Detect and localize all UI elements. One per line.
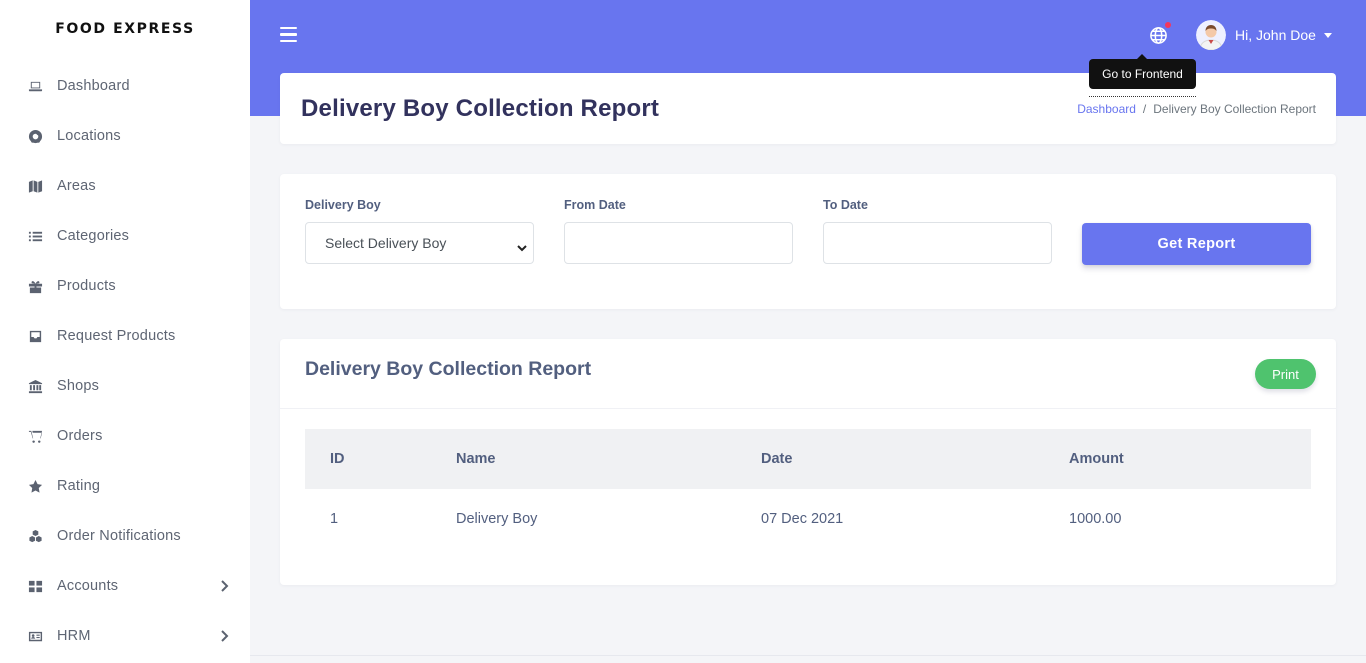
cell-amount: 1000.00 — [1069, 511, 1122, 527]
sidebar-item-label: HRM — [57, 628, 91, 644]
sidebar-item-label: Orders — [57, 428, 103, 444]
sidebar-item-label: Dashboard — [57, 78, 130, 94]
sidebar-item-label: Areas — [57, 178, 96, 194]
chevron-right-icon — [218, 629, 232, 643]
delivery-boy-select[interactable]: Select Delivery Boy — [305, 222, 534, 264]
column-header-amount: Amount — [1069, 451, 1124, 467]
grid-icon — [27, 578, 44, 595]
table-header: ID Name Date Amount — [305, 429, 1311, 489]
footer-divider — [250, 655, 1366, 656]
sidebar-item-request-products[interactable]: Request Products — [0, 311, 250, 361]
caret-down-icon — [1323, 33, 1332, 38]
column-header-date: Date — [761, 451, 793, 467]
delivery-boy-label: Delivery Boy — [305, 198, 381, 212]
user-menu[interactable]: Hi, John Doe — [1196, 20, 1332, 50]
sidebar-item-rating[interactable]: Rating — [0, 461, 250, 511]
delivery-boy-selected-value: Select Delivery Boy — [325, 235, 447, 251]
cubes-icon — [27, 528, 44, 545]
sidebar-item-dashboard[interactable]: Dashboard — [0, 61, 250, 111]
cart-icon — [27, 428, 44, 445]
globe-icon[interactable] — [1149, 22, 1171, 45]
tooltip-underline — [1089, 96, 1196, 97]
breadcrumb-separator: / — [1142, 102, 1147, 116]
sidebar-item-orders[interactable]: Orders — [0, 411, 250, 461]
table-row: 1 Delivery Boy 07 Dec 2021 1000.00 — [305, 489, 1311, 549]
avatar — [1196, 20, 1226, 50]
sidebar-item-accounts[interactable]: Accounts — [0, 561, 250, 611]
tooltip: Go to Frontend — [1089, 54, 1196, 89]
sidebar-item-locations[interactable]: Locations — [0, 111, 250, 161]
sidebar: FOOD EXPRESS Dashboard Locations Areas C… — [0, 0, 250, 663]
from-date-field: From Date — [564, 198, 793, 264]
hamburger-menu-icon[interactable] — [280, 27, 297, 43]
chevron-down-icon — [517, 239, 527, 252]
sidebar-nav: Dashboard Locations Areas Categories Pro… — [0, 61, 250, 661]
star-icon — [27, 478, 44, 495]
to-date-input[interactable] — [823, 222, 1052, 264]
column-header-name: Name — [456, 451, 496, 467]
to-date-label: To Date — [823, 198, 868, 212]
map-icon — [27, 178, 44, 195]
sidebar-item-label: Request Products — [57, 328, 176, 344]
delivery-boy-field: Delivery Boy Select Delivery Boy — [305, 198, 534, 264]
cell-id: 1 — [330, 511, 339, 527]
from-date-label: From Date — [564, 198, 626, 212]
breadcrumb-current: Delivery Boy Collection Report — [1153, 102, 1316, 116]
chevron-right-icon — [218, 579, 232, 593]
cell-name: Delivery Boy — [456, 511, 538, 527]
filter-card: Delivery Boy Select Delivery Boy From Da… — [280, 174, 1336, 309]
column-header-id: ID — [330, 451, 345, 467]
brand-logo[interactable]: FOOD EXPRESS — [0, 0, 250, 58]
report-header: Delivery Boy Collection Report Print — [280, 339, 1336, 409]
laptop-icon — [27, 78, 44, 95]
life-ring-icon — [27, 128, 44, 145]
notification-dot — [1165, 22, 1171, 28]
sidebar-item-label: Order Notifications — [57, 528, 181, 544]
sidebar-item-label: Shops — [57, 378, 100, 394]
id-card-icon — [27, 628, 44, 645]
sidebar-item-label: Categories — [57, 228, 130, 244]
inbox-icon — [27, 328, 44, 345]
to-date-field: To Date — [823, 198, 1052, 264]
breadcrumb: Dashboard / Delivery Boy Collection Repo… — [1077, 102, 1316, 116]
sidebar-item-label: Locations — [57, 128, 121, 144]
sidebar-item-products[interactable]: Products — [0, 261, 250, 311]
list-icon — [27, 228, 44, 245]
report-table: ID Name Date Amount 1 Delivery Boy 07 De… — [305, 429, 1311, 549]
cell-date: 07 Dec 2021 — [761, 511, 844, 527]
report-title: Delivery Boy Collection Report — [305, 358, 592, 380]
get-report-button[interactable]: Get Report — [1082, 223, 1311, 265]
gift-icon — [27, 278, 44, 295]
sidebar-item-hrm[interactable]: HRM — [0, 611, 250, 661]
report-card: Delivery Boy Collection Report Print ID … — [280, 339, 1336, 585]
sidebar-item-label: Products — [57, 278, 116, 294]
from-date-input[interactable] — [564, 222, 793, 264]
sidebar-item-areas[interactable]: Areas — [0, 161, 250, 211]
user-greeting: Hi, John Doe — [1235, 27, 1316, 43]
sidebar-item-shops[interactable]: Shops — [0, 361, 250, 411]
sidebar-item-categories[interactable]: Categories — [0, 211, 250, 261]
print-button[interactable]: Print — [1255, 359, 1316, 389]
page-title: Delivery Boy Collection Report — [301, 95, 660, 122]
sidebar-item-label: Accounts — [57, 578, 119, 594]
sidebar-item-label: Rating — [57, 478, 101, 494]
bank-icon — [27, 378, 44, 395]
breadcrumb-home-link[interactable]: Dashboard — [1077, 102, 1136, 116]
sidebar-item-order-notifications[interactable]: Order Notifications — [0, 511, 250, 561]
